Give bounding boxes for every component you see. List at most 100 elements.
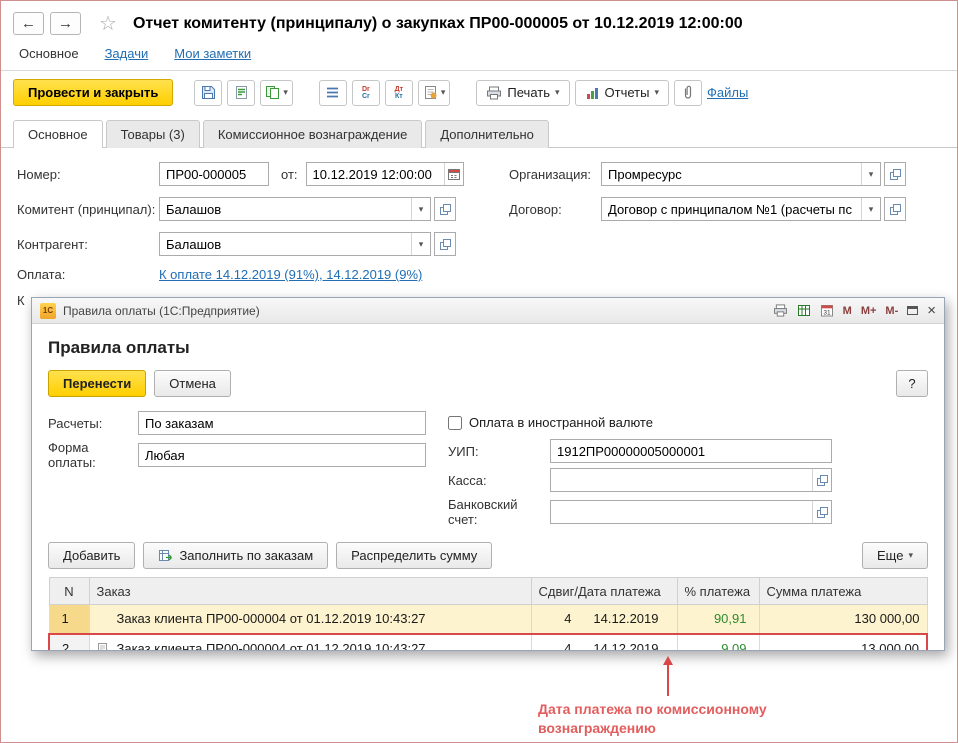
printer-icon <box>487 86 502 99</box>
column-header-n[interactable]: N <box>48 577 90 605</box>
save-icon <box>201 86 215 99</box>
back-button[interactable]: ← <box>13 12 44 35</box>
more-button[interactable]: Еще ▾ <box>862 542 928 569</box>
print-dropdown-caret: ▾ <box>555 87 560 97</box>
save-button[interactable] <box>194 79 223 106</box>
copy-icon <box>266 86 280 99</box>
cash-label: Касса: <box>448 472 487 488</box>
window-restore-button[interactable] <box>907 306 919 315</box>
principal-row-left: Комитент (принципал): ▾ <box>17 197 509 221</box>
order-cell: Заказ клиента ПР00-000004 от 01.12.2019 … <box>88 632 532 650</box>
calculations-input[interactable] <box>138 411 426 435</box>
organization-input[interactable] <box>602 163 861 185</box>
dialog-fields-left: Расчеты: Форма оплаты: <box>48 411 448 532</box>
cancel-button[interactable]: Отмена <box>154 370 231 397</box>
principal-input[interactable] <box>160 198 411 220</box>
contract-open-button[interactable] <box>884 197 906 221</box>
dialog-fields-right: Оплата в иностранной валюте УИП: Касса: <box>448 411 928 532</box>
date-input[interactable] <box>306 163 444 185</box>
dialog-calculator-button[interactable] <box>797 304 811 317</box>
document-structure-button[interactable] <box>318 79 347 106</box>
favorite-star-icon[interactable]: ☆ <box>99 11 117 36</box>
memory-m-button[interactable]: М <box>843 305 852 317</box>
cash-field <box>550 468 832 492</box>
tab-commission[interactable]: Комиссионное вознаграждение <box>202 120 423 148</box>
section-nav: Основное Задачи Мои заметки <box>1 40 957 71</box>
column-header-order[interactable]: Заказ <box>88 577 532 605</box>
distribute-sum-button[interactable]: Распределить сумму <box>336 542 493 569</box>
table-row-1[interactable]: 1 Заказ клиента ПР00-000004 от 01.12.201… <box>48 604 928 634</box>
tab-main[interactable]: Основное <box>13 120 103 148</box>
reports-dropdown-caret: ▾ <box>654 87 659 97</box>
date-calendar-button[interactable] <box>443 163 463 185</box>
page-title: Отчет комитенту (принципалу) о закупках … <box>132 14 743 32</box>
foreign-currency-row: Оплата в иностранной валюте <box>448 411 928 434</box>
organization-dropdown-button[interactable]: ▾ <box>861 163 880 185</box>
calendar-icon <box>447 169 460 180</box>
post-and-close-button[interactable]: Провести и закрыть <box>13 79 174 106</box>
attachments-button[interactable] <box>674 79 702 106</box>
transfer-button[interactable]: Перенести <box>48 370 147 397</box>
nav-item-tasks[interactable]: Задачи <box>105 46 149 61</box>
dialog-title: Правила оплаты (1С:Предприятие) <box>63 303 260 318</box>
open-icon <box>816 474 828 486</box>
tab-additional[interactable]: Дополнительно <box>425 120 549 148</box>
print-button[interactable]: Печать ▾ <box>476 79 570 106</box>
calculations-label: Расчеты: <box>48 415 103 431</box>
contract-dropdown-button[interactable]: ▾ <box>861 198 880 220</box>
number-input[interactable] <box>159 162 269 186</box>
nav-item-main[interactable]: Основное <box>19 46 79 61</box>
back-icon: ← <box>21 15 36 32</box>
tab-goods[interactable]: Товары (3) <box>105 120 200 148</box>
column-header-percent[interactable]: % платежа <box>676 577 760 605</box>
fill-by-orders-button[interactable]: Заполнить по заказам <box>143 542 329 569</box>
reports-button[interactable]: Отчеты ▾ <box>574 79 669 106</box>
open-icon <box>439 238 451 250</box>
calendar-31-text: 31 <box>823 310 831 317</box>
dtkt-register-button[interactable]: Дт Кт <box>384 79 413 106</box>
dialog-print-button[interactable] <box>773 304 788 317</box>
dialog-titlebar[interactable]: 1С Правила оплаты (1С:Предприятие) 31 М … <box>32 298 944 324</box>
files-link[interactable]: Файлы <box>707 85 748 100</box>
foreign-currency-checkbox[interactable] <box>448 415 462 430</box>
post-document-button[interactable] <box>227 79 256 106</box>
principal-dropdown-button[interactable]: ▾ <box>411 198 430 220</box>
posting-settings-button[interactable]: ▾ <box>417 79 451 106</box>
memory-m-minus-button[interactable]: М- <box>885 305 898 317</box>
cash-open-button[interactable] <box>812 469 831 491</box>
dialog-heading: Правила оплаты <box>48 338 190 357</box>
bank-account-input[interactable] <box>551 501 812 523</box>
principal-open-button[interactable] <box>434 197 456 221</box>
column-header-shift-date[interactable]: Сдвиг/Дата платежа <box>530 577 678 605</box>
dialog-calendar-button[interactable]: 31 <box>820 304 834 317</box>
dialog-close-button[interactable]: × <box>927 303 936 318</box>
column-header-amount[interactable]: Сумма платежа <box>758 577 928 605</box>
number-label: Номер: <box>17 166 61 182</box>
chevron-down-icon: ▾ <box>868 168 874 179</box>
contract-input[interactable] <box>602 198 861 220</box>
memory-m-plus-button[interactable]: М+ <box>861 305 877 317</box>
nav-item-notes[interactable]: Мои заметки <box>174 46 251 61</box>
drcr-register-button[interactable]: Dr Cr <box>351 79 380 106</box>
dialog-titlebar-icons: 31 М М+ М- × <box>773 303 936 318</box>
payment-form-input[interactable] <box>138 443 426 467</box>
counterparty-open-button[interactable] <box>434 232 456 256</box>
annotation-text: Дата платежа по комиссионному вознагражд… <box>538 701 767 736</box>
organization-open-button[interactable] <box>884 162 906 186</box>
add-button[interactable]: Добавить <box>48 542 136 569</box>
cash-input[interactable] <box>551 469 812 491</box>
order-cell-text: Заказ клиента ПР00-000004 от 01.12.2019 … <box>116 611 426 627</box>
help-button[interactable]: ? <box>896 370 928 397</box>
order-cell: Заказ клиента ПР00-000004 от 01.12.2019 … <box>88 604 532 634</box>
copy-button[interactable]: ▾ <box>260 79 293 106</box>
uip-input[interactable] <box>550 439 832 463</box>
counterparty-input[interactable] <box>160 233 411 255</box>
counterparty-dropdown-button[interactable]: ▾ <box>411 233 430 255</box>
annotation-arrow <box>663 656 673 696</box>
bank-account-open-button[interactable] <box>812 501 831 523</box>
forward-button[interactable]: → <box>50 12 81 35</box>
payment-link[interactable]: К оплате 14.12.2019 (91%), 14.12.2019 (9… <box>159 267 422 282</box>
payment-form-row: Форма оплаты: <box>48 440 448 470</box>
dtkt-icon: Дт Кт <box>394 85 404 100</box>
table-row-2[interactable]: 2 Заказ клиента ПР00-000004 от 01.12.201… <box>48 632 928 650</box>
